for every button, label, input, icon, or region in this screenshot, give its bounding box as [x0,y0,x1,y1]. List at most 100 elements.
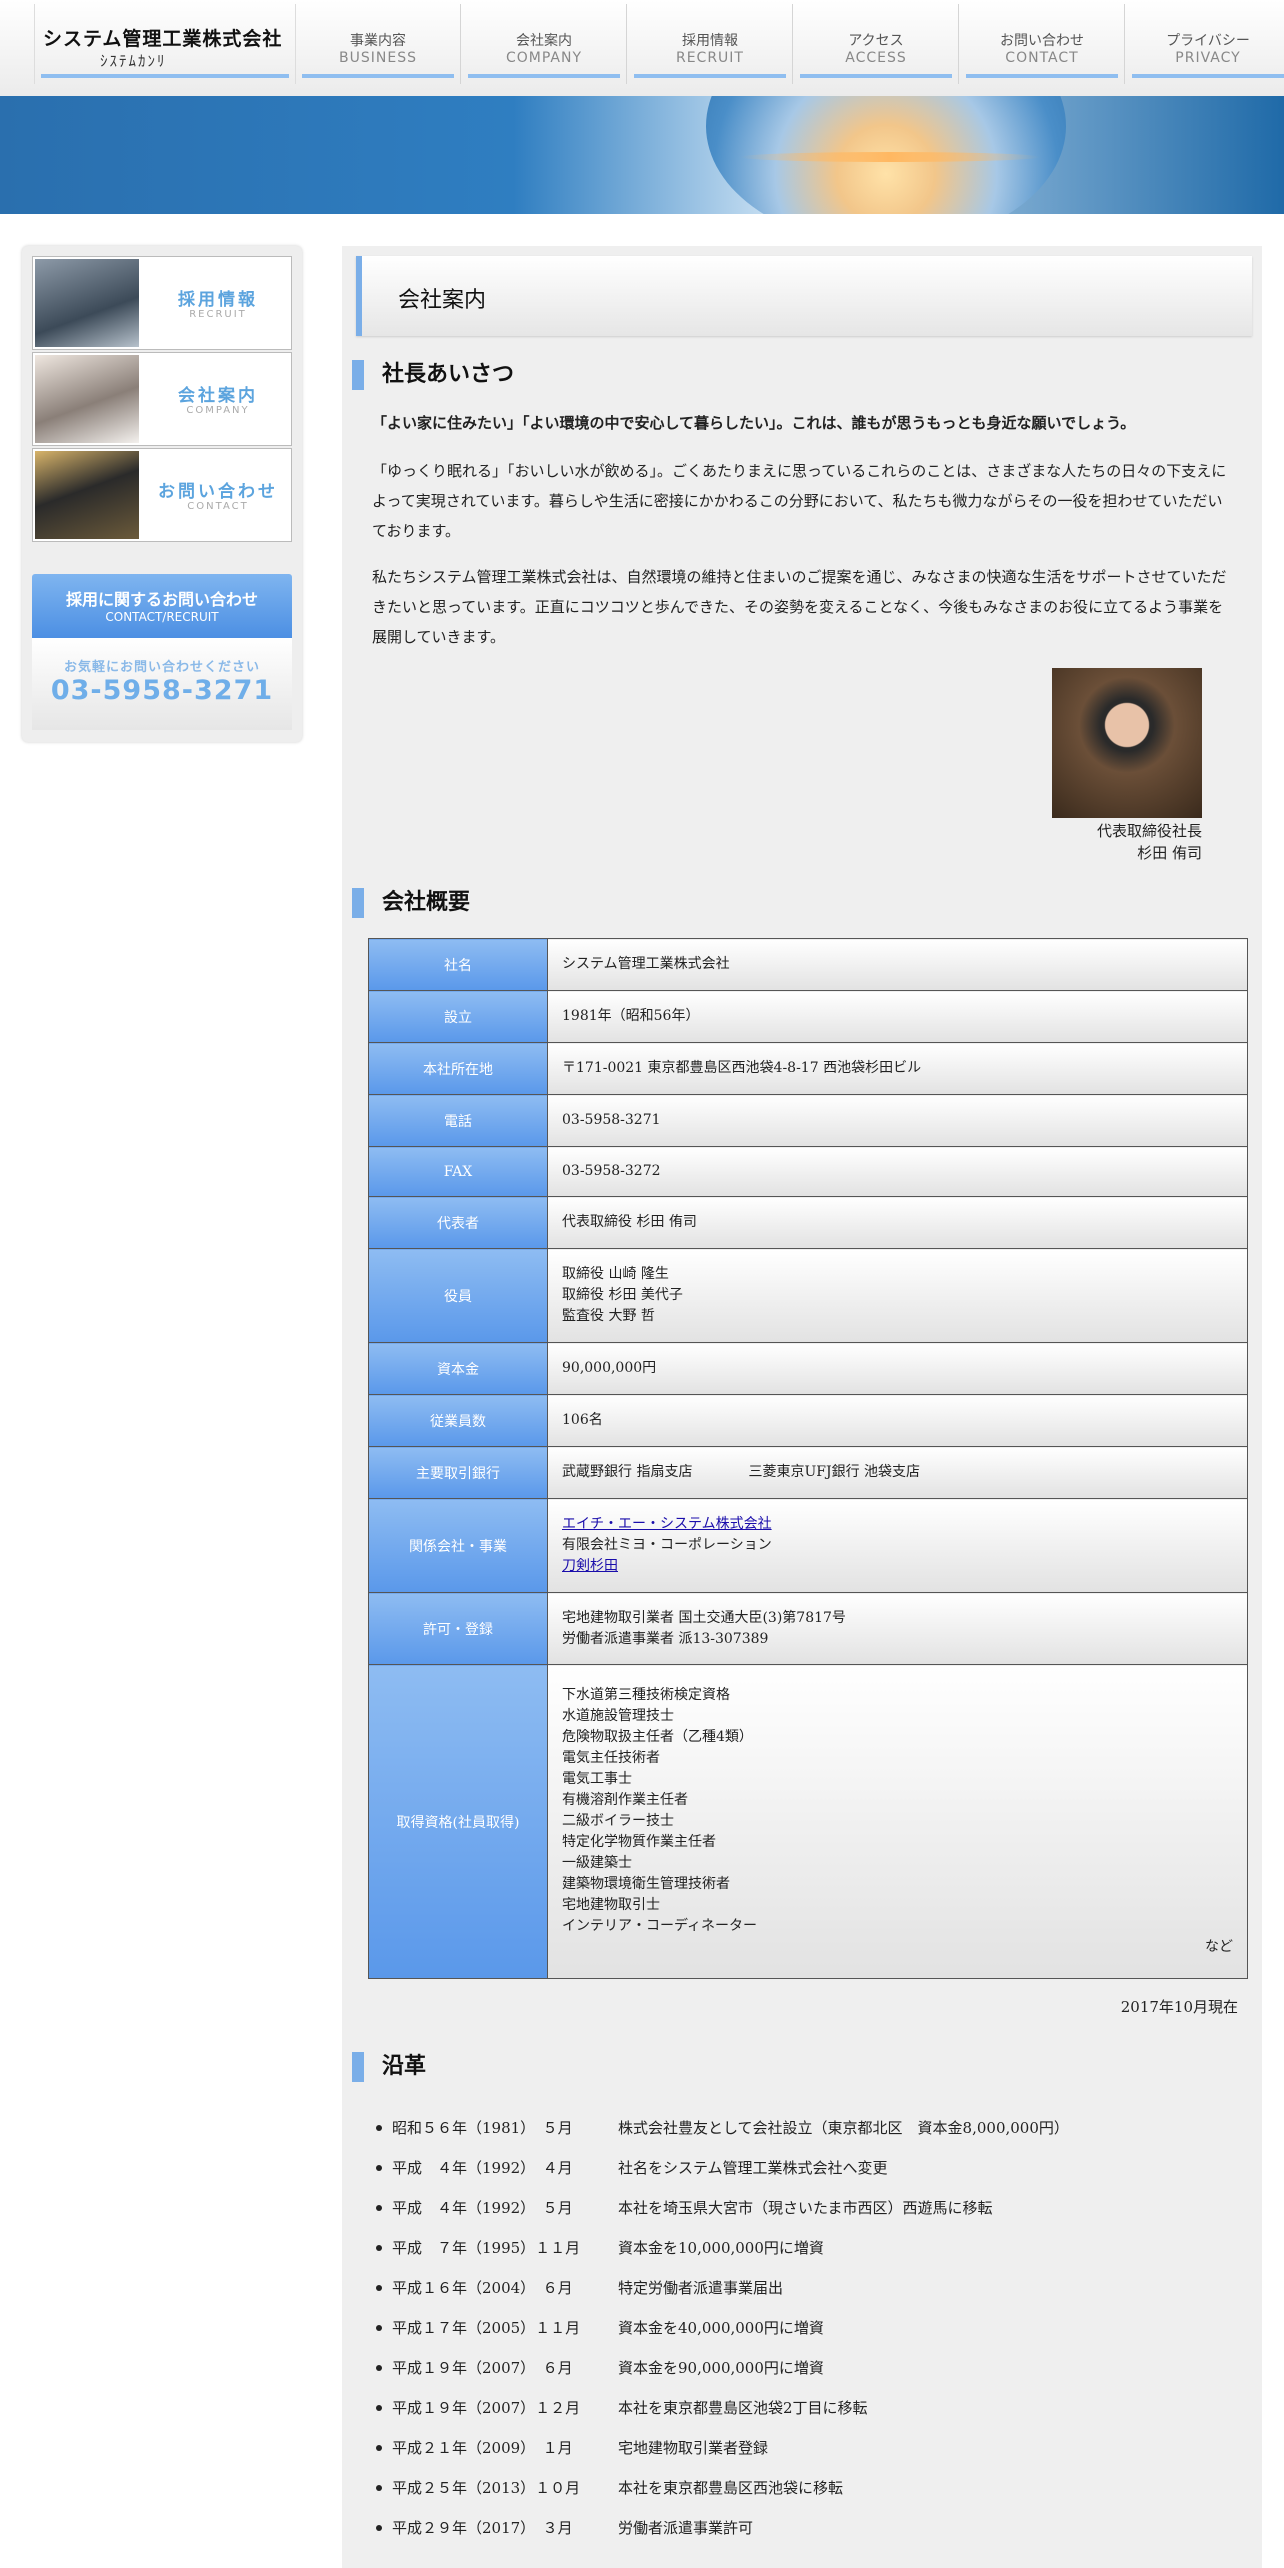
table-row: 役員 取締役 山崎 隆生 取締役 杉田 美代子 監査役 大野 哲 [368,1248,1248,1343]
nav-label-ja: お問い合わせ [1000,33,1084,49]
telephone-photo [35,451,139,539]
row-label: 社名 [368,938,548,991]
recruit-inquiry-banner[interactable]: 採用に関するお問い合わせ CONTACT/RECRUIT お気軽にお問い合わせく… [32,574,292,734]
table-row: 関係会社・事業 エイチ・エー・システム株式会社 有限会社ミヨ・コーポレーション … [368,1498,1248,1593]
inquiry-note: お気軽にお問い合わせください [63,660,260,675]
nav-label-en: ACCESS [845,50,907,66]
table-row: 取得資格(社員取得) 下水道第三種技術検定資格 水道施設管理技士 危険物取扱主任… [368,1664,1248,1979]
qualification-item: 特定化学物質作業主任者 [562,1834,716,1850]
history-date: 平成１６年（2004） ６月 [392,2279,573,2297]
nav-label-en: PRIVACY [1175,50,1241,66]
affiliate-link-ha-system[interactable]: エイチ・エー・システム株式会社 [562,1516,772,1532]
nav-label-ja: プライバシー [1166,33,1250,49]
history-heading: 沿革 [352,2052,426,2082]
nav-recruit[interactable]: 採用情報 RECRUIT [628,4,793,84]
table-row: 許可・登録 宅地建物取引業者 国土交通大臣(3)第7817号 労働者派遣事業者 … [368,1592,1248,1665]
history-date: 平成 ７年（1995）１１月 [392,2239,581,2257]
sidebar-link-sublabel: RECRUIT [189,309,247,320]
inquiry-phone[interactable]: 03-5958-3271 [32,675,292,706]
row-value: 武蔵野銀行 指扇支店 三菱東京UFJ銀行 池袋支店 [547,1446,1248,1499]
president-role: 代表取締役社長 [1096,822,1202,840]
history-text: 株式会社豊友として会社設立（東京都北区 資本金8,000,000円） [618,2119,1069,2137]
nav-company[interactable]: 会社案内 COMPANY [462,4,627,84]
affiliate-link-token-sugita[interactable]: 刀剣杉田 [562,1558,618,1574]
logo-underline [41,74,289,78]
list-item: 平成２１年（2009） １月 宅地建物取引業者登録 [374,2428,1234,2468]
hero-banner [0,96,1284,214]
nav-label-en: CONTACT [1005,50,1079,66]
history-text: 本社を東京都豊島区池袋2丁目に移転 [618,2399,868,2417]
nav-underline [468,74,620,78]
nav-label-ja: 採用情報 [682,33,738,49]
sidebar: 採用情報 RECRUIT 会社案内 COMPANY お問い合わせ CONTACT… [22,246,302,742]
sidebar-link-company[interactable]: 会社案内 COMPANY [32,352,292,446]
nav-access[interactable]: アクセス ACCESS [794,4,959,84]
history-date: 平成１９年（2007）１２月 [392,2399,581,2417]
sidebar-link-recruit[interactable]: 採用情報 RECRUIT [32,256,292,350]
row-label: 設立 [368,990,548,1043]
license-line: 宅地建物取引業者 国土交通大臣(3)第7817号 [562,1609,846,1626]
row-value: 03-5958-3272 [547,1146,1248,1197]
sidebar-link-sublabel: CONTACT [187,501,249,512]
table-row: 資本金 90,000,000円 [368,1342,1248,1395]
nav-privacy[interactable]: プライバシー PRIVACY [1126,4,1284,84]
row-label: 本社所在地 [368,1042,548,1095]
qualification-item: 有機溶剤作業主任者 [562,1792,688,1808]
history-date: 昭和５６年（1981） ５月 [392,2119,573,2137]
history-text: 労働者派遣事業許可 [618,2519,754,2537]
history-text: 本社を東京都豊島区西池袋に移転 [618,2479,844,2497]
row-label: 電話 [368,1094,548,1147]
officer-line: 取締役 山崎 隆生 [562,1266,669,1282]
greeting-paragraph-1: 「ゆっくり眠れる」「おいしい水が飲める」。ごくあたりまえに思っているこれらのこと… [372,462,1227,540]
table-row: 従業員数 106名 [368,1394,1248,1447]
list-item: 平成 ４年（1992） ４月 社名をシステム管理工業株式会社へ変更 [374,2148,1234,2188]
row-label: 主要取引銀行 [368,1446,548,1499]
nav-underline [1132,74,1284,78]
inquiry-subtitle: CONTACT/RECRUIT [105,610,219,624]
list-item: 平成１９年（2007） ６月 資本金を90,000,000円に増資 [374,2348,1234,2388]
qualification-item: 危険物取扱主任者（乙種4類） [562,1729,753,1745]
president-photo [1052,668,1202,818]
list-item: 平成 ７年（1995）１１月 資本金を10,000,000円に増資 [374,2228,1234,2268]
nav-underline [302,74,454,78]
row-value: 宅地建物取引業者 国土交通大臣(3)第7817号 労働者派遣事業者 派13-30… [547,1592,1248,1665]
history-date: 平成２５年（2013）１０月 [392,2479,581,2497]
sidebar-link-label: 採用情報 [178,290,258,310]
sidebar-link-contact[interactable]: お問い合わせ CONTACT [32,448,292,542]
qualification-item: 二級ボイラー技士 [562,1813,674,1829]
officer-line: 監査役 大野 哲 [562,1308,655,1324]
qualification-suffix: など [1205,1939,1233,1955]
qualification-item: 宅地建物取引士 [562,1897,660,1913]
nav-label-en: RECRUIT [675,50,744,66]
table-row: 電話 03-5958-3271 [368,1094,1248,1147]
row-value: 1981年（昭和56年） [547,990,1248,1043]
greeting-heading: 社長あいさつ [352,360,514,390]
main-content: 会社案内 社長あいさつ 「よい家に住みたい」「よい環境の中で安心して暮らしたい」… [342,246,1262,2568]
qualification-item: 水道施設管理技士 [562,1708,674,1724]
history-list: 昭和５６年（1981） ５月 株式会社豊友として会社設立（東京都北区 資本金8,0… [374,2108,1234,2548]
table-row: 本社所在地 〒171-0021 東京都豊島区西池袋4-8-17 西池袋杉田ビル [368,1042,1248,1095]
qualification-item: 下水道第三種技術検定資格 [562,1687,730,1703]
row-value: 106名 [547,1394,1248,1447]
history-date: 平成 ４年（1992） ４月 [392,2159,573,2177]
site-logo[interactable]: システム管理工業株式会社 ｼｽﾃﾑｶﾝﾘ [34,4,296,84]
page-title: 会社案内 [356,256,1252,336]
list-item: 平成 ４年（1992） ５月 本社を埼玉県大宮市（現さいたま市西区）西遊馬に移転 [374,2188,1234,2228]
sidebar-link-label: 会社案内 [178,386,258,406]
nav-underline [634,74,786,78]
row-value: 03-5958-3271 [547,1094,1248,1147]
history-date: 平成１７年（2005）１１月 [392,2319,581,2337]
nav-contact[interactable]: お問い合わせ CONTACT [960,4,1125,84]
license-line: 労働者派遣事業者 派13-307389 [562,1630,769,1647]
table-row: 主要取引銀行 武蔵野銀行 指扇支店 三菱東京UFJ銀行 池袋支店 [368,1446,1248,1499]
table-row: 社名 システム管理工業株式会社 [368,938,1248,991]
row-label: FAX [368,1146,548,1197]
row-value: 取締役 山崎 隆生 取締役 杉田 美代子 監査役 大野 哲 [547,1248,1248,1343]
row-value: 90,000,000円 [547,1342,1248,1395]
list-item: 平成１９年（2007）１２月 本社を東京都豊島区池袋2丁目に移転 [374,2388,1234,2428]
overview-heading: 会社概要 [352,888,470,918]
history-date: 平成 ４年（1992） ５月 [392,2199,573,2217]
nav-business[interactable]: 事業内容 BUSINESS [296,4,461,84]
logo-name: システム管理工業株式会社 [43,28,283,50]
sidebar-link-label: お問い合わせ [158,482,278,502]
